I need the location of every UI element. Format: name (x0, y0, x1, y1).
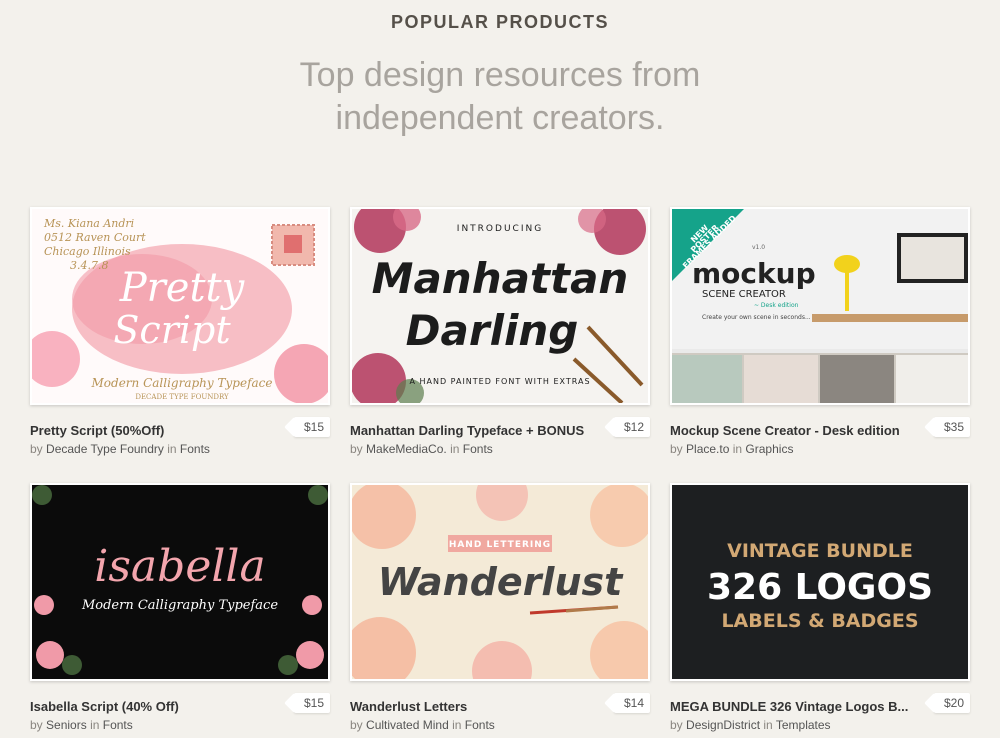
section-eyebrow: POPULAR PRODUCTS (390, 12, 609, 32)
product-card-wanderlust-letters[interactable]: HAND LETTERING Wanderlust Wanderlust Let… (350, 483, 650, 732)
art-word-1: isabella (94, 541, 265, 592)
price-tag: $15 (293, 693, 330, 713)
price-value: $14 (623, 696, 644, 710)
price-value: $15 (303, 696, 324, 710)
price-tag: $12 (613, 417, 650, 437)
price-value: $35 (943, 420, 964, 434)
art-sub2: DECADE TYPE FOUNDRY (135, 393, 229, 401)
meta-by: by (350, 442, 363, 456)
price-value: $20 (943, 696, 964, 710)
product-thumbnail[interactable]: NEW POSTER FRAMES ADDED v1.0 mockup SCEN… (670, 207, 970, 405)
art-line-3: LABELS & BADGES (721, 610, 918, 632)
headline-line-1: Top design resources from (299, 56, 701, 94)
author-link[interactable]: Place.to (686, 442, 729, 456)
category-link[interactable]: Fonts (465, 718, 495, 732)
author-link[interactable]: DesignDistrict (686, 718, 760, 732)
product-title[interactable]: MEGA BUNDLE 326 Vintage Logos B... (670, 699, 930, 714)
price-tag: $15 (293, 417, 330, 437)
art-line-1: VINTAGE BUNDLE (727, 540, 913, 562)
art-banner: HAND LETTERING (449, 540, 551, 550)
product-card-mockup-scene-creator[interactable]: NEW POSTER FRAMES ADDED v1.0 mockup SCEN… (670, 207, 970, 456)
art-word-2: Script (113, 308, 231, 352)
art-tagline: Create your own scene in seconds... (702, 314, 811, 321)
price-value: $12 (623, 420, 644, 434)
art-subtitle: Modern Calligraphy Typeface (81, 598, 278, 613)
product-title[interactable]: Isabella Script (40% Off) (30, 699, 290, 714)
product-meta: by DesignDistrict in Templates (670, 718, 930, 732)
product-meta: by Decade Type Foundry in Fonts (30, 442, 290, 456)
product-card-pretty-script[interactable]: Ms. Kiana Andri 0512 Raven Court Chicago… (30, 207, 330, 456)
art-edition: ~ Desk edition (754, 302, 799, 309)
art-word-2: Darling (406, 306, 579, 355)
art-subtitle: A HAND PAINTED FONT WITH EXTRAS (409, 377, 590, 386)
art-address-3: Chicago Illinois (44, 245, 131, 258)
product-meta: by MakeMediaCo. in Fonts (350, 442, 610, 456)
meta-by: by (350, 718, 363, 732)
product-title[interactable]: Manhattan Darling Typeface + BONUS (350, 423, 610, 438)
product-meta: by Cultivated Mind in Fonts (350, 718, 610, 732)
author-link[interactable]: Seniors (46, 718, 87, 732)
product-card-manhattan-darling[interactable]: INTRODUCING Manhattan Darling A HAND PAI… (350, 207, 650, 456)
product-thumbnail[interactable]: HAND LETTERING Wanderlust (350, 483, 650, 681)
price-tag: $14 (613, 693, 650, 713)
meta-in: in (450, 442, 460, 456)
meta-in: in (452, 718, 462, 732)
section-headline: Top design resources from independent cr… (0, 54, 1000, 140)
category-link[interactable]: Fonts (180, 442, 210, 456)
meta-by: by (670, 442, 683, 456)
product-thumbnail[interactable]: INTRODUCING Manhattan Darling A HAND PAI… (350, 207, 650, 405)
category-link[interactable]: Graphics (745, 442, 793, 456)
art-brand: mockup (692, 257, 816, 290)
product-title[interactable]: Wanderlust Letters (350, 699, 610, 714)
art-line-2: 326 LOGOS (707, 567, 933, 608)
price-value: $15 (303, 420, 324, 434)
meta-by: by (30, 442, 43, 456)
art-word-1: Pretty (119, 265, 246, 311)
product-meta: by Seniors in Fonts (30, 718, 290, 732)
category-link[interactable]: Templates (776, 718, 831, 732)
art-badge: v1.0 (752, 244, 765, 251)
product-title[interactable]: Pretty Script (50%Off) (30, 423, 290, 438)
category-link[interactable]: Fonts (463, 442, 493, 456)
product-meta: by Place.to in Graphics (670, 442, 930, 456)
art-brand-sub: SCENE CREATOR (702, 289, 786, 300)
author-link[interactable]: Decade Type Foundry (46, 442, 164, 456)
art-address-4: 3.4.7.8 (70, 259, 108, 272)
meta-in: in (763, 718, 773, 732)
art-kicker: INTRODUCING (457, 224, 543, 234)
art-word-1: Manhattan (372, 254, 629, 303)
art-address-1: Ms. Kiana Andri (43, 217, 134, 230)
author-link[interactable]: MakeMediaCo. (366, 442, 447, 456)
product-thumbnail[interactable]: VINTAGE BUNDLE 326 LOGOS LABELS & BADGES (670, 483, 970, 681)
product-thumbnail[interactable]: Ms. Kiana Andri 0512 Raven Court Chicago… (30, 207, 330, 405)
art-word-1: Wanderlust (378, 560, 624, 604)
headline-line-2: independent creators. (335, 99, 665, 137)
meta-by: by (670, 718, 683, 732)
price-tag: $20 (933, 693, 970, 713)
art-subtitle: Modern Calligraphy Typeface (91, 376, 273, 390)
product-card-isabella-script[interactable]: isabella Modern Calligraphy Typeface Isa… (30, 483, 330, 732)
art-address-2: 0512 Raven Court (44, 231, 146, 244)
author-link[interactable]: Cultivated Mind (366, 718, 449, 732)
meta-by: by (30, 718, 43, 732)
product-title[interactable]: Mockup Scene Creator - Desk edition (670, 423, 930, 438)
product-card-mega-bundle[interactable]: VINTAGE BUNDLE 326 LOGOS LABELS & BADGES… (670, 483, 970, 732)
meta-in: in (732, 442, 743, 456)
category-link[interactable]: Fonts (103, 718, 133, 732)
price-tag: $35 (933, 417, 970, 437)
meta-in: in (167, 442, 177, 456)
product-thumbnail[interactable]: isabella Modern Calligraphy Typeface (30, 483, 330, 681)
meta-in: in (90, 718, 100, 732)
